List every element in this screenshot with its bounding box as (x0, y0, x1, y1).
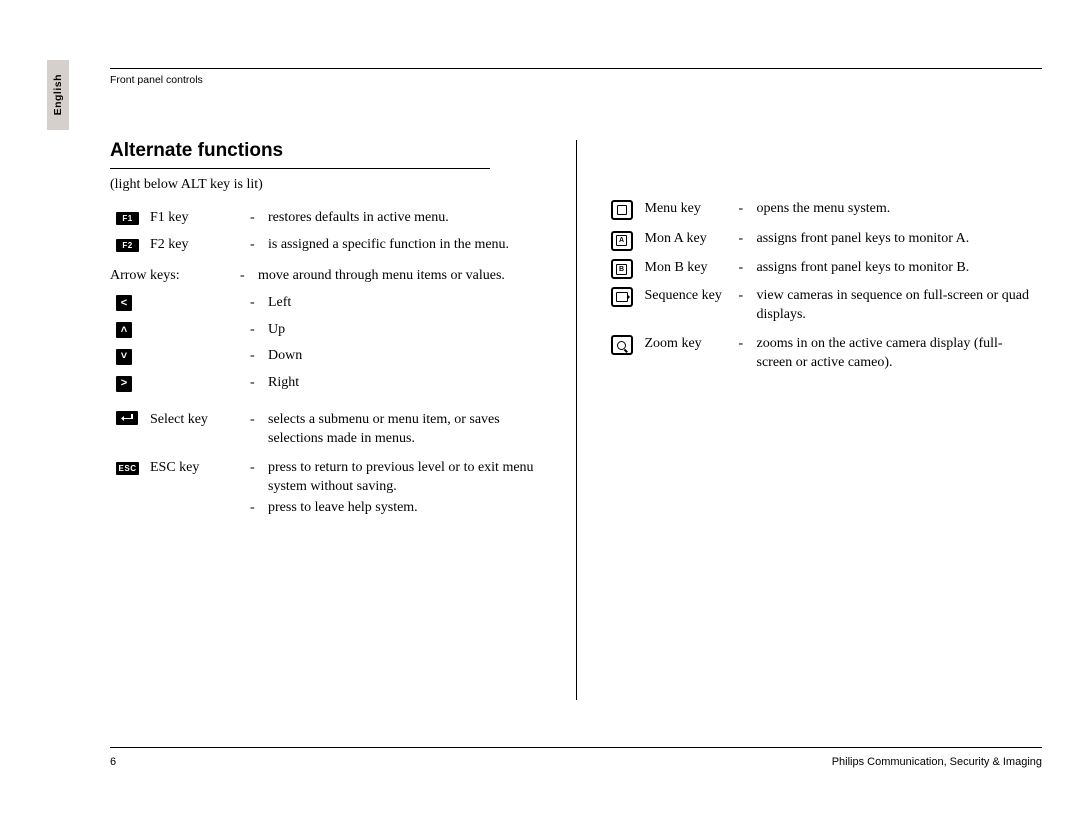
sequence-key-icon (611, 287, 633, 307)
language-tab: English (47, 60, 69, 130)
row-esc: ESC ESC key - press to return to previou… (110, 459, 548, 518)
section-title: Alternate functions (110, 140, 490, 169)
row-left: < - Left (110, 294, 548, 313)
sequence-name: Sequence key (635, 287, 739, 306)
row-f2: F2 F2 key - is assigned a specific funct… (110, 236, 548, 255)
select-name: Select key (140, 411, 250, 430)
row-mon-a: A Mon A key - assigns front panel keys t… (605, 230, 1043, 251)
menu-desc: opens the menu system. (757, 200, 1043, 219)
section-subtitle: (light below ALT key is lit) (110, 177, 548, 193)
page-number: 6 (110, 756, 116, 768)
zoom-key-icon (611, 335, 633, 355)
mon-a-name: Mon A key (635, 230, 739, 249)
column-right: Menu key - opens the menu system. A Mon … (577, 140, 1043, 700)
row-sequence: Sequence key - view cameras in sequence … (605, 287, 1043, 325)
language-tab-label: English (52, 74, 64, 115)
row-mon-b: B Mon B key - assigns front panel keys t… (605, 259, 1043, 280)
mon-b-desc: assigns front panel keys to monitor B. (757, 259, 1043, 278)
f1-key-icon: F1 (116, 212, 139, 225)
row-right: > - Right (110, 374, 548, 393)
esc-desc-2: press to leave help system. (268, 499, 548, 518)
row-down: ˅ - Down (110, 347, 548, 366)
esc-desc-1: press to return to previous level or to … (268, 459, 548, 497)
f2-desc: is assigned a specific function in the m… (268, 236, 548, 255)
mon-b-key-icon: B (611, 259, 633, 279)
mon-b-name: Mon B key (635, 259, 739, 278)
arrow-down-icon: ˅ (116, 349, 132, 365)
mon-a-desc: assigns front panel keys to monitor A. (757, 230, 1043, 249)
footer-rule (110, 747, 1042, 748)
header-rule (110, 68, 1042, 69)
arrow-keys-name: Arrow keys: (110, 267, 240, 286)
arrow-left-icon: < (116, 295, 132, 311)
breadcrumb: Front panel controls (110, 74, 203, 86)
row-menu: Menu key - opens the menu system. (605, 200, 1043, 222)
arrow-up-icon: ˄ (116, 322, 132, 338)
row-zoom: Zoom key - zooms in on the active camera… (605, 335, 1043, 373)
arrow-up-desc: Up (268, 321, 548, 340)
f2-name: F2 key (140, 236, 250, 255)
arrow-right-icon: > (116, 376, 132, 392)
page: English Front panel controls Alternate f… (0, 0, 1080, 828)
footer-text: Philips Communication, Security & Imagin… (832, 756, 1042, 768)
esc-name: ESC key (140, 459, 250, 478)
content-columns: Alternate functions (light below ALT key… (80, 140, 1042, 700)
row-arrow-header: Arrow keys: - move around through menu i… (110, 267, 548, 286)
arrow-left-desc: Left (268, 294, 548, 313)
arrow-right-desc: Right (268, 374, 548, 393)
arrow-keys-desc: move around through menu items or values… (258, 267, 548, 286)
f1-desc: restores defaults in active menu. (268, 209, 548, 228)
select-desc: selects a submenu or menu item, or saves… (268, 411, 548, 449)
column-left: Alternate functions (light below ALT key… (80, 140, 576, 700)
menu-key-icon (611, 200, 633, 220)
menu-name: Menu key (635, 200, 739, 219)
row-select: Select key - selects a submenu or menu i… (110, 411, 548, 449)
mon-a-key-icon: A (611, 231, 633, 251)
f2-key-icon: F2 (116, 239, 139, 252)
arrow-down-desc: Down (268, 347, 548, 366)
enter-key-icon (116, 411, 138, 425)
row-f1: F1 F1 key - restores defaults in active … (110, 209, 548, 228)
esc-key-icon: ESC (116, 462, 139, 475)
row-up: ˄ - Up (110, 321, 548, 340)
zoom-desc: zooms in on the active camera display (f… (757, 335, 1043, 373)
zoom-name: Zoom key (635, 335, 739, 354)
f1-name: F1 key (140, 209, 250, 228)
sequence-desc: view cameras in sequence on full-screen … (757, 287, 1043, 325)
